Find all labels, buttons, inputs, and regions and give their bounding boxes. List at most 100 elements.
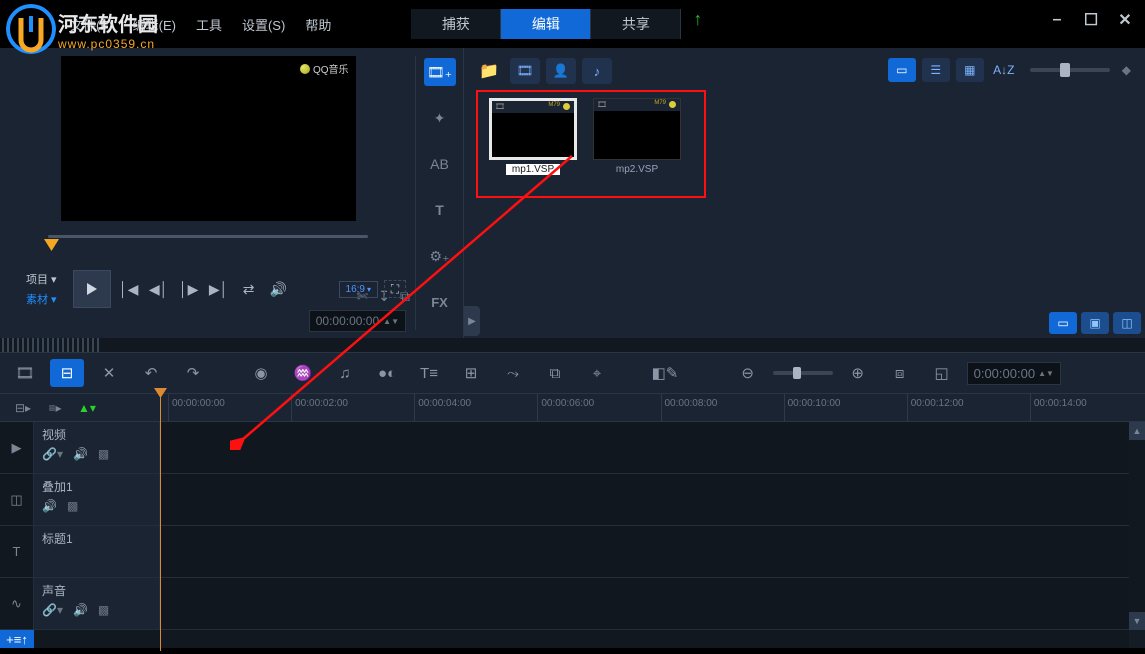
next-frame-button[interactable]: │▶ <box>177 274 201 304</box>
menu-tools[interactable]: 工具 <box>186 9 232 40</box>
track-type-icon[interactable]: ◫ <box>0 474 34 525</box>
go-start-button[interactable]: │◀ <box>117 274 141 304</box>
3d-button[interactable]: ⧉ <box>538 359 572 387</box>
lib-tab-media[interactable]: 🎞₊ <box>424 58 456 86</box>
track-vol-button[interactable]: 🔊 <box>73 447 88 461</box>
record-button[interactable]: ◉ <box>244 359 278 387</box>
menu-settings[interactable]: 设置(S) <box>232 9 295 40</box>
track-type-icon[interactable]: ∿ <box>0 578 34 629</box>
ruler-tick-label: 00:00:14:00 <box>1034 398 1087 409</box>
auto-music-button[interactable]: ♫ <box>328 359 362 387</box>
track-head-btn-1[interactable]: ⊟▸ <box>12 398 34 418</box>
audio-mixer-button[interactable]: ♒ <box>286 359 320 387</box>
track-vol-button[interactable]: 🔊 <box>42 499 57 513</box>
track-vol-button[interactable]: 🔊 <box>73 603 88 617</box>
panel-tab-3[interactable]: ◫ <box>1113 312 1141 334</box>
timeline-timecode[interactable]: 0:00:00:00▲▼ <box>967 362 1061 385</box>
slider-max-icon: ◆ <box>1122 63 1131 77</box>
paint-button[interactable]: ◧✎ <box>648 359 682 387</box>
multi-view-button[interactable]: ⊞ <box>454 359 488 387</box>
track-type-icon[interactable]: ▶ <box>0 422 34 473</box>
storyboard-view-button[interactable]: 🎞 <box>8 359 42 387</box>
sort-button[interactable]: A↓Z <box>990 58 1018 82</box>
redo-button[interactable]: ↷ <box>176 359 210 387</box>
upload-icon[interactable]: ↑ <box>693 9 702 39</box>
site-watermark: 河东软件园 www.pc0359.cn <box>6 4 158 54</box>
view-large-button[interactable]: ▭ <box>888 58 916 82</box>
crop-button[interactable]: ⌖ <box>580 359 614 387</box>
lib-tab-transition[interactable]: AB <box>424 150 456 178</box>
trim-bar[interactable] <box>48 235 368 257</box>
preview-timecode[interactable]: 00:00:00:00▲▼ <box>309 310 406 332</box>
mode-clip[interactable]: 素材 ▾ <box>22 289 61 309</box>
track-link-button[interactable]: 🔗▾ <box>42 447 63 461</box>
lib-folder-button[interactable]: 📁 <box>474 58 504 84</box>
track-lane[interactable] <box>160 526 1145 577</box>
lib-tab-title[interactable]: T <box>424 196 456 224</box>
trim-handle-start[interactable] <box>44 239 59 251</box>
mode-project[interactable]: 项目 ▾ <box>22 269 61 289</box>
menu-help[interactable]: 帮助 <box>295 9 341 40</box>
motion-button[interactable]: ⤳ <box>496 359 530 387</box>
track-lane[interactable] <box>160 422 1145 473</box>
track-lane[interactable] <box>160 474 1145 525</box>
lib-filter-video[interactable]: 🎞 <box>510 58 540 84</box>
view-list-button[interactable]: ☰ <box>922 58 950 82</box>
track-fx-button[interactable]: ▩ <box>98 447 109 461</box>
track-fx-button[interactable]: ▩ <box>67 499 78 513</box>
maximize-button[interactable]: ☐ <box>1081 10 1101 30</box>
tracks-area: ▶视频🔗▾🔊▩◫叠加1🔊▩T标题1∿声音🔗▾🔊▩ ▲ ▼ +≡↑ <box>0 422 1145 648</box>
playhead[interactable] <box>160 394 161 651</box>
project-thumb-1[interactable]: 🎞M79 mp1.VSP <box>488 98 578 175</box>
panel-tab-2[interactable]: ▣ <box>1081 312 1109 334</box>
project-thumb-2[interactable]: 🎞M79 mp2.VSP <box>592 98 682 175</box>
subtitle-button[interactable]: T≡ <box>412 359 446 387</box>
lib-tab-graphic[interactable]: ⚙₊ <box>424 242 456 270</box>
go-end-button[interactable]: ▶│ <box>207 274 231 304</box>
scroll-down-button[interactable]: ▼ <box>1129 612 1145 630</box>
timeline-ruler[interactable]: 00:00:00:0000:00:02:0000:00:04:0000:00:0… <box>160 394 1145 421</box>
close-button[interactable]: ✕ <box>1115 10 1135 30</box>
zoom-out-button[interactable]: ⊖ <box>731 359 765 387</box>
track-lane[interactable] <box>160 578 1145 629</box>
horizontal-scrollbar[interactable]: +≡↑ <box>0 630 1129 648</box>
lib-filter-photo[interactable]: 👤 <box>546 58 576 84</box>
timeline-view-button[interactable]: ⊟ <box>50 359 84 387</box>
fit-project-button[interactable]: ⧈ <box>883 359 917 387</box>
scroll-up-button[interactable]: ▲ <box>1129 422 1145 440</box>
track-type-icon[interactable]: T <box>0 526 34 577</box>
lib-filter-audio[interactable]: ♪ <box>582 58 612 84</box>
thumbnail-size-slider[interactable] <box>1030 68 1110 72</box>
track-fx-button[interactable]: ▩ <box>98 603 109 617</box>
fit-clip-button[interactable]: ◱ <box>925 359 959 387</box>
track-head-marker[interactable]: ▲▾ <box>76 398 98 418</box>
zoom-in-button[interactable]: ⊕ <box>841 359 875 387</box>
track-head-btn-2[interactable]: ≡▸ <box>44 398 66 418</box>
zoom-slider[interactable] <box>773 371 833 375</box>
tab-capture[interactable]: 捕获 <box>411 9 501 39</box>
lib-tab-instant[interactable]: ✦ <box>424 104 456 132</box>
vertical-scrollbar[interactable]: ▲ ▼ <box>1129 422 1145 630</box>
volume-button[interactable]: 🔊 <box>267 274 291 304</box>
play-button[interactable] <box>73 270 111 308</box>
loop-button[interactable]: ⇄ <box>237 274 261 304</box>
undo-button[interactable]: ↶ <box>134 359 168 387</box>
expand-preview[interactable]: ⛶ <box>384 280 406 298</box>
motion-track-button[interactable]: ●◐ <box>370 359 404 387</box>
tools-button[interactable]: ✕ <box>92 359 126 387</box>
menubar: 文件(F) 编辑(E) 工具 设置(S) 帮助 捕获 编辑 共享 ↑ – ☐ ✕ <box>0 0 1145 48</box>
view-grid-button[interactable]: ▦ <box>956 58 984 82</box>
annotation-redbox: 🎞M79 mp1.VSP 🎞M79 mp2.VSP <box>476 90 706 198</box>
track-row: ▶视频🔗▾🔊▩ <box>0 422 1145 474</box>
add-track-button[interactable]: +≡↑ <box>0 630 34 648</box>
tab-edit[interactable]: 编辑 <box>501 9 591 39</box>
lib-tab-filter[interactable]: FX <box>424 288 456 316</box>
minimize-button[interactable]: – <box>1047 10 1067 30</box>
aspect-ratio[interactable]: 16:9▾ <box>339 281 378 298</box>
panel-tab-1[interactable]: ▭ <box>1049 312 1077 334</box>
prev-frame-button[interactable]: ◀│ <box>147 274 171 304</box>
tab-share[interactable]: 共享 <box>591 9 681 39</box>
panel-grip[interactable] <box>2 338 102 352</box>
preview-screen[interactable]: QQ音乐 <box>61 56 356 221</box>
track-link-button[interactable]: 🔗▾ <box>42 603 63 617</box>
